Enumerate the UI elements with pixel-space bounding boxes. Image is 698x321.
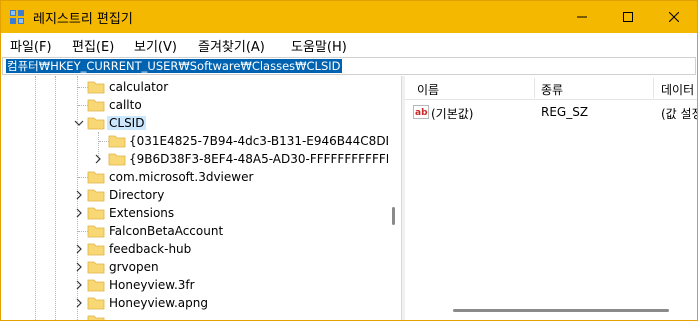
close-button[interactable] [651, 1, 697, 33]
menu-edit[interactable]: 편집(E) [72, 36, 114, 55]
folder-icon [108, 153, 126, 166]
value-type: REG_SZ [541, 105, 589, 119]
column-header-data[interactable]: 데이터 [661, 81, 694, 98]
column-header-name[interactable]: 이름 [417, 81, 439, 98]
chevron-right-icon[interactable] [74, 244, 84, 254]
tree-item-label: {031E4825-7B94-4dc3-B131-E946B44C8DD5} [129, 134, 400, 148]
tree-item-feedback-hub[interactable]: feedback-hub [2, 240, 386, 258]
menu-file[interactable]: 파일(F) [10, 36, 52, 55]
folder-icon [87, 297, 105, 310]
tree-item-label: com.microsoft.3dviewer [109, 170, 254, 184]
menu-help[interactable]: 도움말(H) [291, 36, 347, 55]
tree-item-label: callto [109, 98, 142, 112]
folder-icon [87, 225, 105, 238]
chevron-right-icon[interactable] [93, 154, 103, 164]
column-separator[interactable] [534, 78, 535, 98]
menu-view[interactable]: 보기(V) [134, 36, 177, 55]
tree-item-label: calculator [109, 80, 169, 94]
values-list-pane: 이름 종류 데이터 ab (기본값) REG_SZ (값 설정 [405, 76, 697, 320]
tree-item-label: {9B6D38F3-8EF4-48A5-AD30-FFFFFFFFFFFF} [129, 152, 400, 166]
value-row-default[interactable]: ab (기본값) REG_SZ (값 설정 [405, 102, 697, 122]
tree-item-calculator[interactable]: calculator [2, 78, 386, 96]
registry-app-icon [10, 10, 24, 24]
tree-item-honeyview-apng[interactable]: Honeyview.apng [2, 294, 386, 312]
tree-item-clsid-child-2[interactable]: {9B6D38F3-8EF4-48A5-AD30-FFFFFFFFFFFF} [2, 150, 400, 168]
tree-item-grvopen[interactable]: grvopen [2, 258, 386, 276]
list-horizontal-scrollbar[interactable] [405, 305, 697, 317]
folder-icon [87, 207, 105, 220]
minimize-icon [577, 16, 587, 18]
tree-item-clsid[interactable]: CLSID [2, 114, 386, 132]
tree-item-label: grvopen [109, 260, 159, 274]
folder-icon [87, 81, 105, 94]
tree-scrollbar[interactable] [388, 76, 400, 320]
maximize-icon [623, 12, 633, 22]
minimize-button[interactable] [559, 1, 605, 33]
tree-item-clsid-child-1[interactable]: {031E4825-7B94-4dc3-B131-E946B44C8DD5} [2, 132, 400, 150]
folder-icon [87, 189, 105, 202]
tree-item-honeyview-3fr[interactable]: Honeyview.3fr [2, 276, 386, 294]
folder-icon [87, 315, 105, 320]
folder-icon [87, 243, 105, 256]
menu-favorites[interactable]: 즐겨찾기(A) [198, 36, 265, 55]
maximize-button[interactable] [605, 1, 651, 33]
tree-item-label: Honeyview.3fr [109, 278, 195, 292]
tree-item-callto[interactable]: callto [2, 96, 386, 114]
address-path[interactable]: 컴퓨터₩HKEY_CURRENT_USER₩Software₩Classes₩C… [6, 59, 342, 73]
menu-bar: 파일(F) 편집(E) 보기(V) 즐겨찾기(A) 도움말(H) [1, 33, 697, 56]
list-scrollbar-thumb[interactable] [453, 309, 669, 312]
tree-item-partial[interactable] [2, 312, 386, 320]
tree-item-label: CLSID [107, 116, 147, 130]
svg-text:ab: ab [415, 108, 428, 118]
chevron-right-icon[interactable] [74, 262, 84, 272]
tree-scrollbar-thumb[interactable] [392, 207, 395, 225]
folder-icon [87, 99, 105, 112]
value-data: (값 설정 [661, 107, 697, 121]
tree-item-label: Extensions [109, 206, 175, 220]
registry-editor-window: 레지스트리 편집기 파일(F) 편집(E) 보기(V) 즐겨찾기(A) 도움말(… [0, 0, 698, 321]
tree-item-label: FalconBetaAccount [109, 224, 224, 238]
folder-icon [87, 171, 105, 184]
string-value-icon: ab [413, 105, 429, 119]
address-bar[interactable]: 컴퓨터₩HKEY_CURRENT_USER₩Software₩Classes₩C… [2, 57, 696, 75]
tree-item-label: Honeyview.apng [109, 296, 208, 310]
column-separator[interactable] [653, 78, 654, 98]
close-icon [669, 12, 679, 22]
chevron-right-icon[interactable] [74, 298, 84, 308]
tree-item-directory[interactable]: Directory [2, 186, 386, 204]
title-bar[interactable]: 레지스트리 편집기 [1, 1, 697, 33]
value-name: (기본값) [431, 107, 474, 121]
tree-item-label: feedback-hub [109, 242, 192, 256]
chevron-right-icon[interactable] [74, 280, 84, 290]
folder-icon [108, 135, 126, 148]
list-header: 이름 종류 데이터 [405, 76, 697, 100]
tree-item-label: Directory [109, 188, 165, 202]
chevron-right-icon[interactable] [74, 208, 84, 218]
tree-item-extensions[interactable]: Extensions [2, 204, 386, 222]
tree-pane: calculator callto CLSID {031E4825-7B94-4… [2, 76, 400, 320]
column-header-type[interactable]: 종류 [541, 81, 563, 98]
chevron-right-icon[interactable] [74, 190, 84, 200]
window-title: 레지스트리 편집기 [33, 12, 133, 27]
tree-item-3dviewer[interactable]: com.microsoft.3dviewer [2, 168, 386, 186]
chevron-down-icon[interactable] [74, 118, 84, 128]
folder-open-icon [87, 117, 105, 130]
folder-icon [87, 279, 105, 292]
folder-icon [87, 261, 105, 274]
tree-item-falconbetaaccount[interactable]: FalconBetaAccount [2, 222, 386, 240]
